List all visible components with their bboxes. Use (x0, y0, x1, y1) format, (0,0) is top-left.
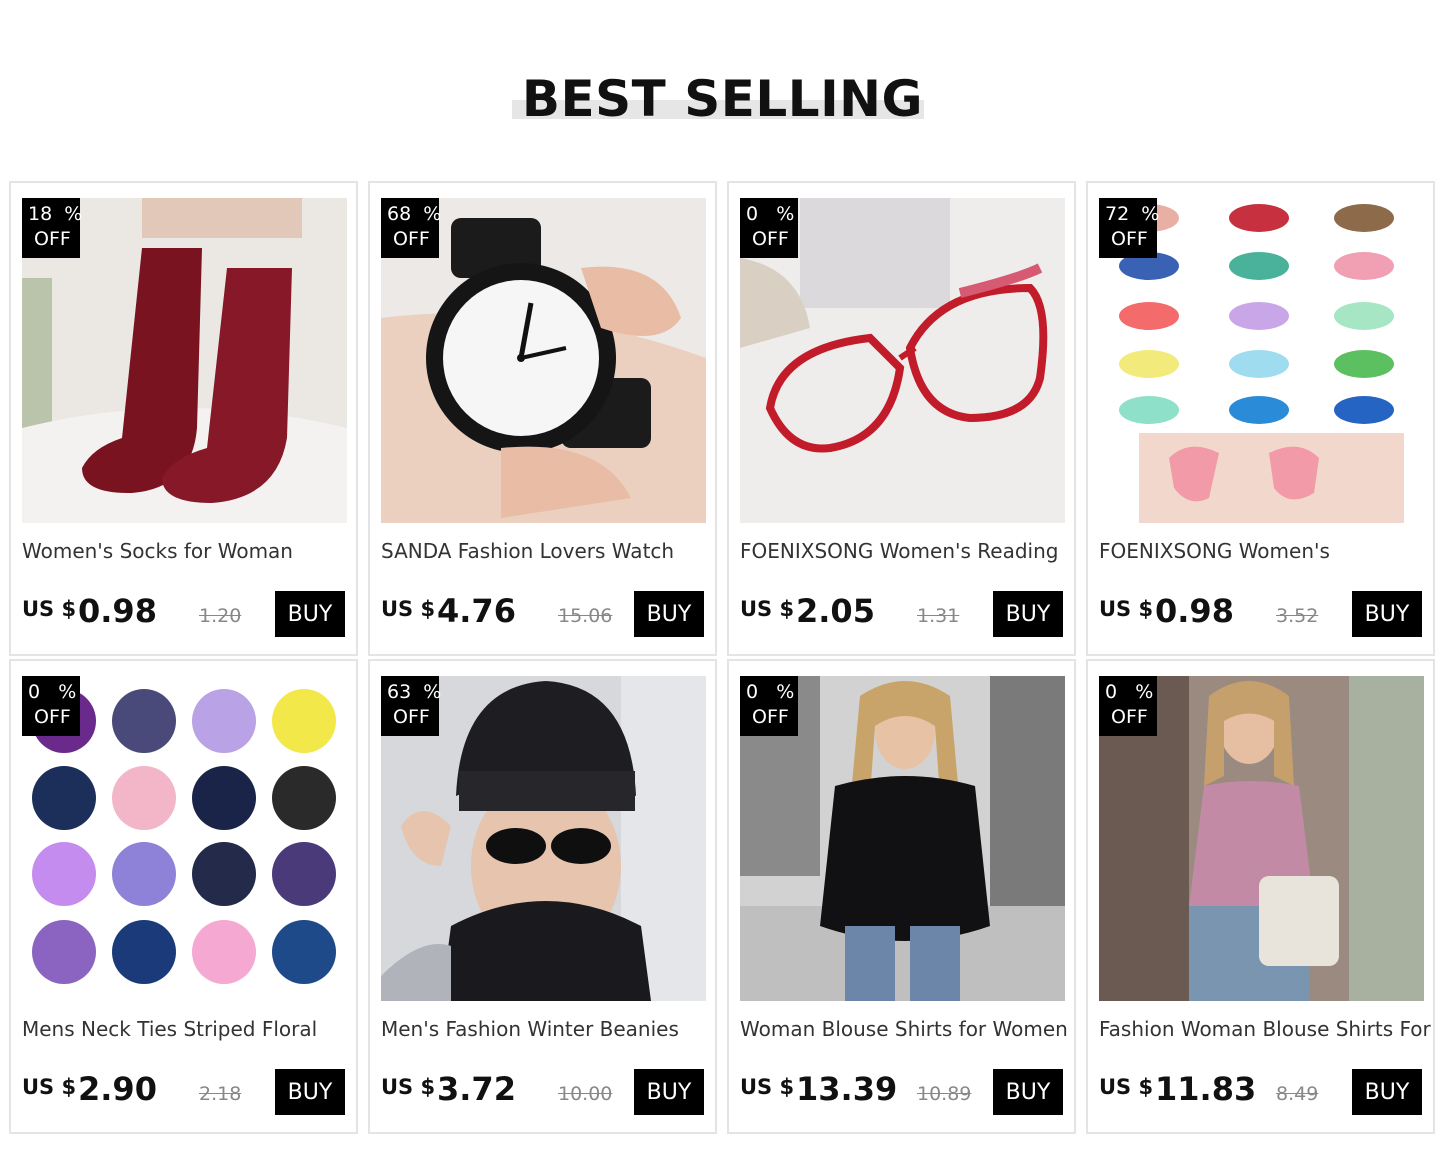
currency-label: US $ (1099, 1075, 1154, 1099)
product-name[interactable]: FOENIXSONG Women's Reading (740, 539, 1075, 563)
currency-label: US $ (740, 1075, 795, 1099)
buy-button[interactable]: BUY (634, 591, 704, 637)
discount-badge: 0 % OFF (22, 676, 80, 736)
product-card[interactable]: 0 % OFF FOENIXSONG Women's Reading US $ … (727, 181, 1076, 656)
original-price: 15.06 (558, 605, 613, 627)
original-price: 3.52 (1276, 605, 1319, 627)
product-card[interactable]: 63 % OFF Men's Fashion Winter Beanies US… (368, 659, 717, 1134)
current-price: 11.83 (1155, 1070, 1257, 1108)
original-price: 8.49 (1276, 1083, 1319, 1105)
current-price: 2.05 (796, 592, 875, 630)
product-name[interactable]: FOENIXSONG Women's (1099, 539, 1434, 563)
discount-badge: 18 % OFF (22, 198, 82, 258)
product-card[interactable]: 0 % OFF Fashion Woman Blouse Shirts For … (1086, 659, 1435, 1134)
original-price: 10.89 (917, 1083, 972, 1105)
currency-label: US $ (381, 1075, 436, 1099)
discount-badge: 0 % OFF (740, 198, 798, 258)
buy-button[interactable]: BUY (993, 591, 1063, 637)
product-name[interactable]: Woman Blouse Shirts for Women (740, 1017, 1075, 1041)
original-price: 2.18 (199, 1083, 242, 1105)
original-price: 1.31 (917, 605, 960, 627)
currency-label: US $ (22, 597, 77, 621)
product-name[interactable]: SANDA Fashion Lovers Watch (381, 539, 716, 563)
buy-button[interactable]: BUY (275, 1069, 345, 1115)
original-price: 10.00 (558, 1083, 613, 1105)
product-card[interactable]: 18 % OFF Women's Socks for Woman US $ 0.… (9, 181, 358, 656)
buy-button[interactable]: BUY (275, 591, 345, 637)
product-card[interactable]: 72 % OFF FOENIXSONG Women's US $ 0.98 3.… (1086, 181, 1435, 656)
product-card[interactable]: 0 % OFF Mens Neck Ties Striped Floral US… (9, 659, 358, 1134)
current-price: 13.39 (796, 1070, 898, 1108)
discount-badge: 63 % OFF (381, 676, 441, 736)
current-price: 0.98 (1155, 592, 1234, 630)
current-price: 3.72 (437, 1070, 516, 1108)
section-title: BEST SELLING (521, 70, 924, 128)
discount-badge: 72 % OFF (1099, 198, 1159, 258)
buy-button[interactable]: BUY (1352, 591, 1422, 637)
product-name[interactable]: Mens Neck Ties Striped Floral (22, 1017, 357, 1041)
section-header: BEST SELLING (0, 0, 1445, 160)
discount-badge: 0 % OFF (740, 676, 798, 736)
current-price: 2.90 (78, 1070, 157, 1108)
buy-button[interactable]: BUY (634, 1069, 704, 1115)
product-name[interactable]: Women's Socks for Woman (22, 539, 357, 563)
product-name[interactable]: Fashion Woman Blouse Shirts For (1099, 1017, 1434, 1041)
currency-label: US $ (740, 597, 795, 621)
current-price: 4.76 (437, 592, 516, 630)
buy-button[interactable]: BUY (1352, 1069, 1422, 1115)
product-name[interactable]: Men's Fashion Winter Beanies (381, 1017, 716, 1041)
buy-button[interactable]: BUY (993, 1069, 1063, 1115)
original-price: 1.20 (199, 605, 242, 627)
product-card[interactable]: 68 % OFF SANDA Fashion Lovers Watch US $… (368, 181, 717, 656)
discount-badge: 68 % OFF (381, 198, 441, 258)
product-card[interactable]: 0 % OFF Woman Blouse Shirts for Women US… (727, 659, 1076, 1134)
currency-label: US $ (381, 597, 436, 621)
currency-label: US $ (1099, 597, 1154, 621)
discount-badge: 0 % OFF (1099, 676, 1157, 736)
currency-label: US $ (22, 1075, 77, 1099)
current-price: 0.98 (78, 592, 157, 630)
